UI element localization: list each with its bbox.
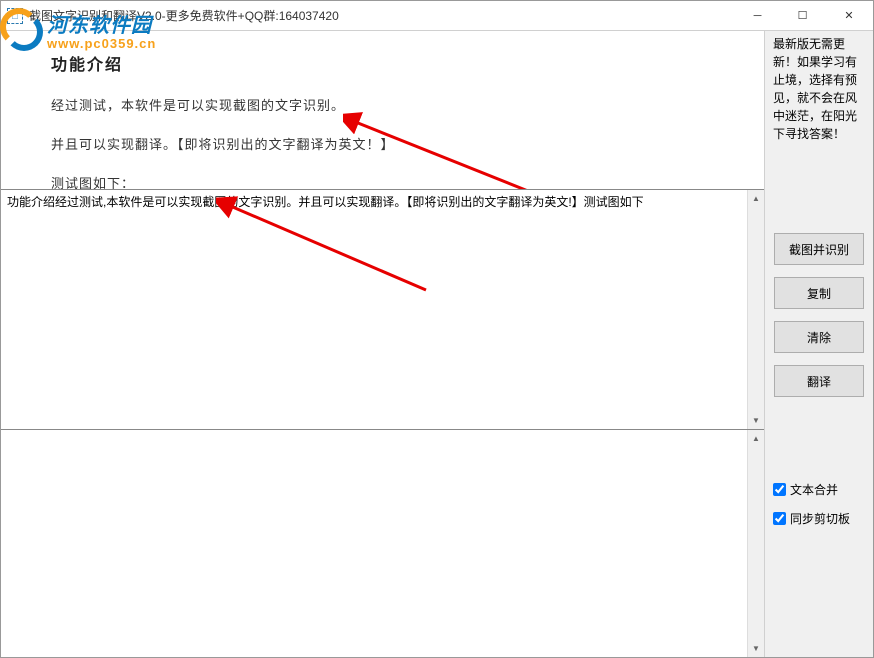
merge-checkbox[interactable] — [773, 483, 786, 496]
minimize-button[interactable]: ─ — [735, 1, 780, 30]
preview-line2: 并且可以实现翻译。【即将识别出的文字翻译为英文！】 — [51, 134, 714, 153]
preview-content: 功能介绍 经过测试，本软件是可以实现截图的文字识别。 并且可以实现翻译。【即将识… — [1, 31, 764, 190]
scroll-up-icon[interactable]: ▲ — [748, 190, 764, 207]
right-panel: 最新版无需更新！如果学习有止境，选择有预见，就不会在风中迷茫，在阳光下寻找答案！… — [765, 31, 873, 657]
scroll-down-icon[interactable]: ▼ — [748, 640, 764, 657]
window-controls: ─ ☐ ✕ — [735, 1, 873, 30]
capture-button[interactable]: 截图并识别 — [774, 233, 864, 265]
maximize-button[interactable]: ☐ — [780, 1, 825, 30]
merge-label: 文本合并 — [790, 481, 838, 498]
scrollbar-vertical-2[interactable]: ▲ ▼ — [747, 430, 764, 657]
translation-result-text[interactable] — [1, 430, 747, 657]
app-window: □ 截图文字识别和翻译V2.0-更多免费软件+QQ群:164037420 ─ ☐… — [0, 0, 874, 658]
ocr-result-area: 功能介绍经过测试,本软件是可以实现截图的文字识别。并且可以实现翻译。【即将识别出… — [1, 190, 764, 430]
scroll-up-icon[interactable]: ▲ — [748, 430, 764, 447]
close-button[interactable]: ✕ — [825, 1, 873, 30]
translate-button[interactable]: 翻译 — [774, 365, 864, 397]
clear-button[interactable]: 清除 — [774, 321, 864, 353]
scroll-down-icon[interactable]: ▼ — [748, 412, 764, 429]
preview-line3: 测试图如下： — [51, 173, 714, 190]
copy-button[interactable]: 复制 — [774, 277, 864, 309]
merge-checkbox-row: 文本合并 — [773, 481, 865, 498]
clipboard-checkbox[interactable] — [773, 512, 786, 525]
ocr-result-text[interactable]: 功能介绍经过测试,本软件是可以实现截图的文字识别。并且可以实现翻译。【即将识别出… — [1, 190, 747, 429]
content-area: 功能介绍 经过测试，本软件是可以实现截图的文字识别。 并且可以实现翻译。【即将识… — [1, 31, 873, 657]
preview-heading: 功能介绍 — [51, 51, 714, 75]
translation-result-area: ▲ ▼ — [1, 430, 764, 657]
preview-line1: 经过测试，本软件是可以实现截图的文字识别。 — [51, 95, 714, 114]
titlebar[interactable]: □ 截图文字识别和翻译V2.0-更多免费软件+QQ群:164037420 ─ ☐… — [1, 1, 873, 31]
clipboard-checkbox-row: 同步剪切板 — [773, 510, 865, 527]
scrollbar-vertical[interactable]: ▲ ▼ — [747, 190, 764, 429]
left-panel: 功能介绍 经过测试，本软件是可以实现截图的文字识别。 并且可以实现翻译。【即将识… — [1, 31, 765, 657]
info-text: 最新版无需更新！如果学习有止境，选择有预见，就不会在风中迷茫，在阳光下寻找答案！ — [773, 35, 865, 147]
clipboard-label: 同步剪切板 — [790, 510, 850, 527]
window-title: 截图文字识别和翻译V2.0-更多免费软件+QQ群:164037420 — [29, 7, 735, 24]
image-preview-area: 功能介绍 经过测试，本软件是可以实现截图的文字识别。 并且可以实现翻译。【即将识… — [1, 31, 764, 190]
app-icon: □ — [7, 8, 23, 24]
